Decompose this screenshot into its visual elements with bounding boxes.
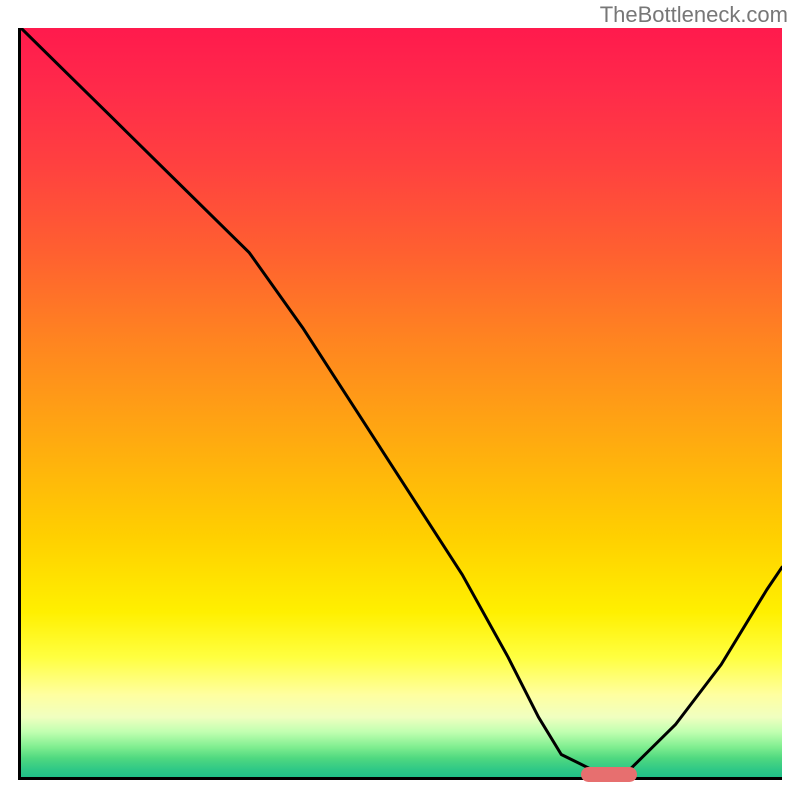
bottleneck-curve (21, 28, 782, 777)
watermark-text: TheBottleneck.com (600, 2, 788, 28)
chart-plot-area (18, 28, 782, 780)
optimal-marker (581, 767, 637, 782)
